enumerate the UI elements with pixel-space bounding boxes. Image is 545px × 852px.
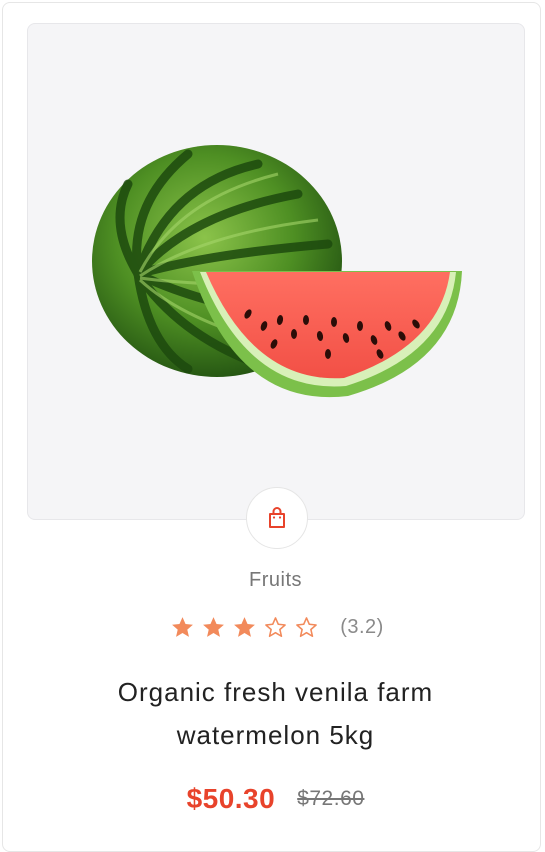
original-price: $72.60 [297, 787, 365, 810]
product-category[interactable]: Fruits [3, 569, 545, 592]
product-image[interactable] [28, 24, 525, 520]
product-card[interactable]: Fruits (3.2) Organic fresh venila farm w… [2, 2, 541, 852]
star-outline-icon [265, 616, 287, 637]
current-price: $50.30 [186, 783, 276, 814]
star-icon [234, 616, 256, 637]
product-image-panel[interactable] [27, 23, 525, 520]
product-rating: (3.2) [3, 611, 545, 643]
star-outline-icon [296, 616, 318, 637]
add-to-cart-button[interactable] [246, 487, 308, 549]
star-icon [172, 616, 194, 637]
rating-count: (3.2) [340, 615, 384, 638]
product-title[interactable]: Organic fresh venila farm watermelon 5kg [63, 671, 488, 757]
shopping-bag-icon [269, 507, 285, 528]
star-icon [203, 616, 225, 637]
price-row: $50.30 $72.60 [3, 779, 545, 819]
